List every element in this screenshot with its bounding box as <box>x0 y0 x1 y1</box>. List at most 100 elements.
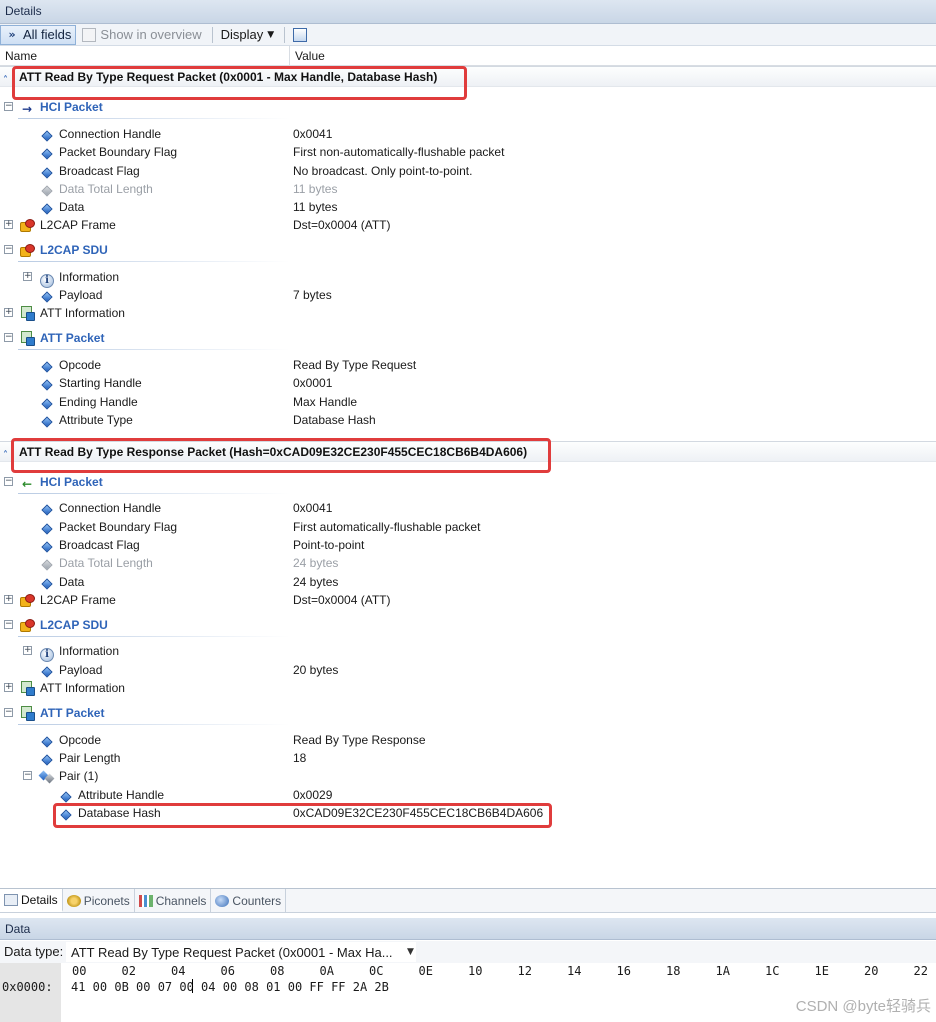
tree-field-row[interactable]: Data 11 bytes <box>0 198 936 216</box>
field-name: Data Total Length <box>59 182 153 196</box>
show-in-overview-button[interactable]: Show in overview <box>78 25 205 45</box>
collapse-toggle-icon[interactable]: − <box>4 708 13 717</box>
tree-node-information[interactable]: + i Information <box>0 268 936 288</box>
packet-header-row[interactable]: ˄ ATT Read By Type Response Packet (Hash… <box>0 441 936 462</box>
tree-node-att-packet[interactable]: − ATT Packet <box>0 329 936 350</box>
tab-counters[interactable]: Counters <box>211 889 287 912</box>
node-label: Information <box>59 270 120 284</box>
tree-node-pair[interactable]: − Pair (1) <box>0 767 936 785</box>
tree-field-row[interactable]: Opcode Read By Type Request <box>0 356 936 374</box>
tree-field-row[interactable]: Data Total Length 11 bytes <box>0 180 936 198</box>
tab-label: Details <box>21 892 58 907</box>
att-info-icon <box>20 306 35 321</box>
dropdown-arrow-icon[interactable]: ▼ <box>407 941 414 963</box>
tree-node-hci-packet[interactable]: − ← HCI Packet <box>0 473 936 494</box>
tree-node-information[interactable]: + i Information <box>0 642 936 662</box>
expand-toggle-icon[interactable]: + <box>23 646 32 655</box>
arrow-left-icon: ← <box>22 477 33 491</box>
data-type-select[interactable]: ATT Read By Type Request Packet (0x0001 … <box>66 942 416 962</box>
field-value: 0x0041 <box>293 127 333 141</box>
field-diamond-icon <box>59 788 73 803</box>
collapse-toggle-icon[interactable]: − <box>4 620 13 629</box>
collapse-toggle-icon[interactable]: − <box>23 771 32 780</box>
name-column-header[interactable]: Name <box>0 46 290 66</box>
att-packet-icon <box>20 331 35 346</box>
tree-field-row[interactable]: Ending Handle Max Handle <box>0 393 936 411</box>
collapse-toggle-icon[interactable]: − <box>4 477 13 486</box>
tree-field-row[interactable]: Packet Boundary Flag First automatically… <box>0 518 936 536</box>
collapse-toggle-icon[interactable]: − <box>4 102 13 111</box>
hex-column-label: 10 <box>468 964 483 978</box>
hex-column-label: 0E <box>418 964 433 978</box>
field-diamond-icon <box>40 164 54 179</box>
node-label: L2CAP Frame <box>40 218 116 232</box>
expand-toggle-icon[interactable]: + <box>4 308 13 317</box>
hex-column-label: 16 <box>616 964 631 978</box>
tab-channels[interactable]: Channels <box>135 889 212 912</box>
details-tree: ˄ ATT Read By Type Request Packet (0x000… <box>0 66 936 886</box>
pair-icon <box>40 769 54 783</box>
tree-field-row[interactable]: Data 24 bytes <box>0 573 936 591</box>
tree-field-row[interactable]: Payload 20 bytes <box>0 661 936 679</box>
field-name: Payload <box>59 663 103 677</box>
tree-field-row[interactable]: Pair Length 18 <box>0 749 936 767</box>
tree-node-l2cap-sdu[interactable]: − L2CAP SDU <box>0 616 936 637</box>
tree-field-row[interactable]: Opcode Read By Type Response <box>0 731 936 749</box>
collapse-up-icon[interactable]: ˄ <box>3 445 8 466</box>
collapse-toggle-icon[interactable]: − <box>4 333 13 342</box>
field-value: 18 <box>293 751 307 765</box>
node-label: L2CAP SDU <box>40 618 108 632</box>
expand-toggle-icon[interactable]: + <box>23 272 32 281</box>
tree-node-l2cap-sdu[interactable]: − L2CAP SDU <box>0 241 936 262</box>
field-diamond-icon <box>40 751 54 766</box>
node-label: ATT Information <box>40 306 125 320</box>
tree-field-row[interactable]: Connection Handle 0x0041 <box>0 125 936 143</box>
tree-field-row[interactable]: Starting Handle 0x0001 <box>0 374 936 392</box>
copy-button[interactable] <box>289 25 315 45</box>
tree-field-row[interactable]: Broadcast Flag Point-to-point <box>0 536 936 554</box>
tree-field-row[interactable]: Database Hash 0xCAD09E32CE230F455CEC18CB… <box>0 804 936 822</box>
all-fields-button[interactable]: » All fields <box>0 24 77 45</box>
att-packet-icon <box>20 706 35 721</box>
expand-toggle-icon[interactable]: + <box>4 220 13 229</box>
field-value: 11 bytes <box>293 182 338 196</box>
expand-toggle-icon[interactable]: + <box>4 683 13 692</box>
node-value: Dst=0x0004 (ATT) <box>293 218 391 232</box>
info-icon: i <box>40 270 54 288</box>
document-icon <box>82 27 97 42</box>
value-column-header[interactable]: Value <box>290 46 325 66</box>
field-value: First automatically-flushable packet <box>293 520 481 534</box>
field-diamond-icon <box>40 575 54 590</box>
tree-node-att-information[interactable]: + ATT Information <box>0 679 936 697</box>
packet-header-row[interactable]: ˄ ATT Read By Type Request Packet (0x000… <box>0 66 936 87</box>
tree-field-row[interactable]: Payload 7 bytes <box>0 286 936 304</box>
tree-node-hci-packet[interactable]: − → HCI Packet <box>0 98 936 119</box>
field-value: Read By Type Response <box>293 733 426 747</box>
tree-node-att-packet[interactable]: − ATT Packet <box>0 704 936 725</box>
hex-row-bytes[interactable]: 41 00 0B 00 07 00 04 00 08 01 00 FF FF 2… <box>71 980 389 994</box>
tree-field-row[interactable]: Packet Boundary Flag First non-automatic… <box>0 143 936 161</box>
collapse-up-icon[interactable]: ˄ <box>3 70 8 91</box>
copy-icon <box>293 27 308 42</box>
field-name: Opcode <box>59 358 102 372</box>
details-icon <box>4 893 18 906</box>
tree-field-row[interactable]: Attribute Type Database Hash <box>0 411 936 429</box>
node-label: ATT Information <box>40 681 125 695</box>
hex-column-label: 12 <box>517 964 532 978</box>
node-label: Information <box>59 644 120 658</box>
tree-field-row[interactable]: Attribute Handle 0x0029 <box>0 786 936 804</box>
tree-field-row[interactable]: Broadcast Flag No broadcast. Only point-… <box>0 162 936 180</box>
tree-node-l2cap-frame[interactable]: + L2CAP Frame Dst=0x0004 (ATT) <box>0 216 936 234</box>
tree-node-att-information[interactable]: + ATT Information <box>0 304 936 322</box>
channels-icon <box>138 894 153 907</box>
expand-toggle-icon[interactable]: + <box>4 595 13 604</box>
tree-field-row[interactable]: Connection Handle 0x0041 <box>0 499 936 517</box>
display-dropdown[interactable]: Display ▼ <box>217 25 279 45</box>
tree-node-l2cap-frame[interactable]: + L2CAP Frame Dst=0x0004 (ATT) <box>0 591 936 609</box>
field-diamond-icon <box>40 200 54 215</box>
tab-details[interactable]: Details <box>0 889 63 912</box>
field-value: 0x0001 <box>293 376 333 390</box>
tab-piconets[interactable]: Piconets <box>63 889 135 912</box>
tree-field-row[interactable]: Data Total Length 24 bytes <box>0 554 936 572</box>
collapse-toggle-icon[interactable]: − <box>4 245 13 254</box>
